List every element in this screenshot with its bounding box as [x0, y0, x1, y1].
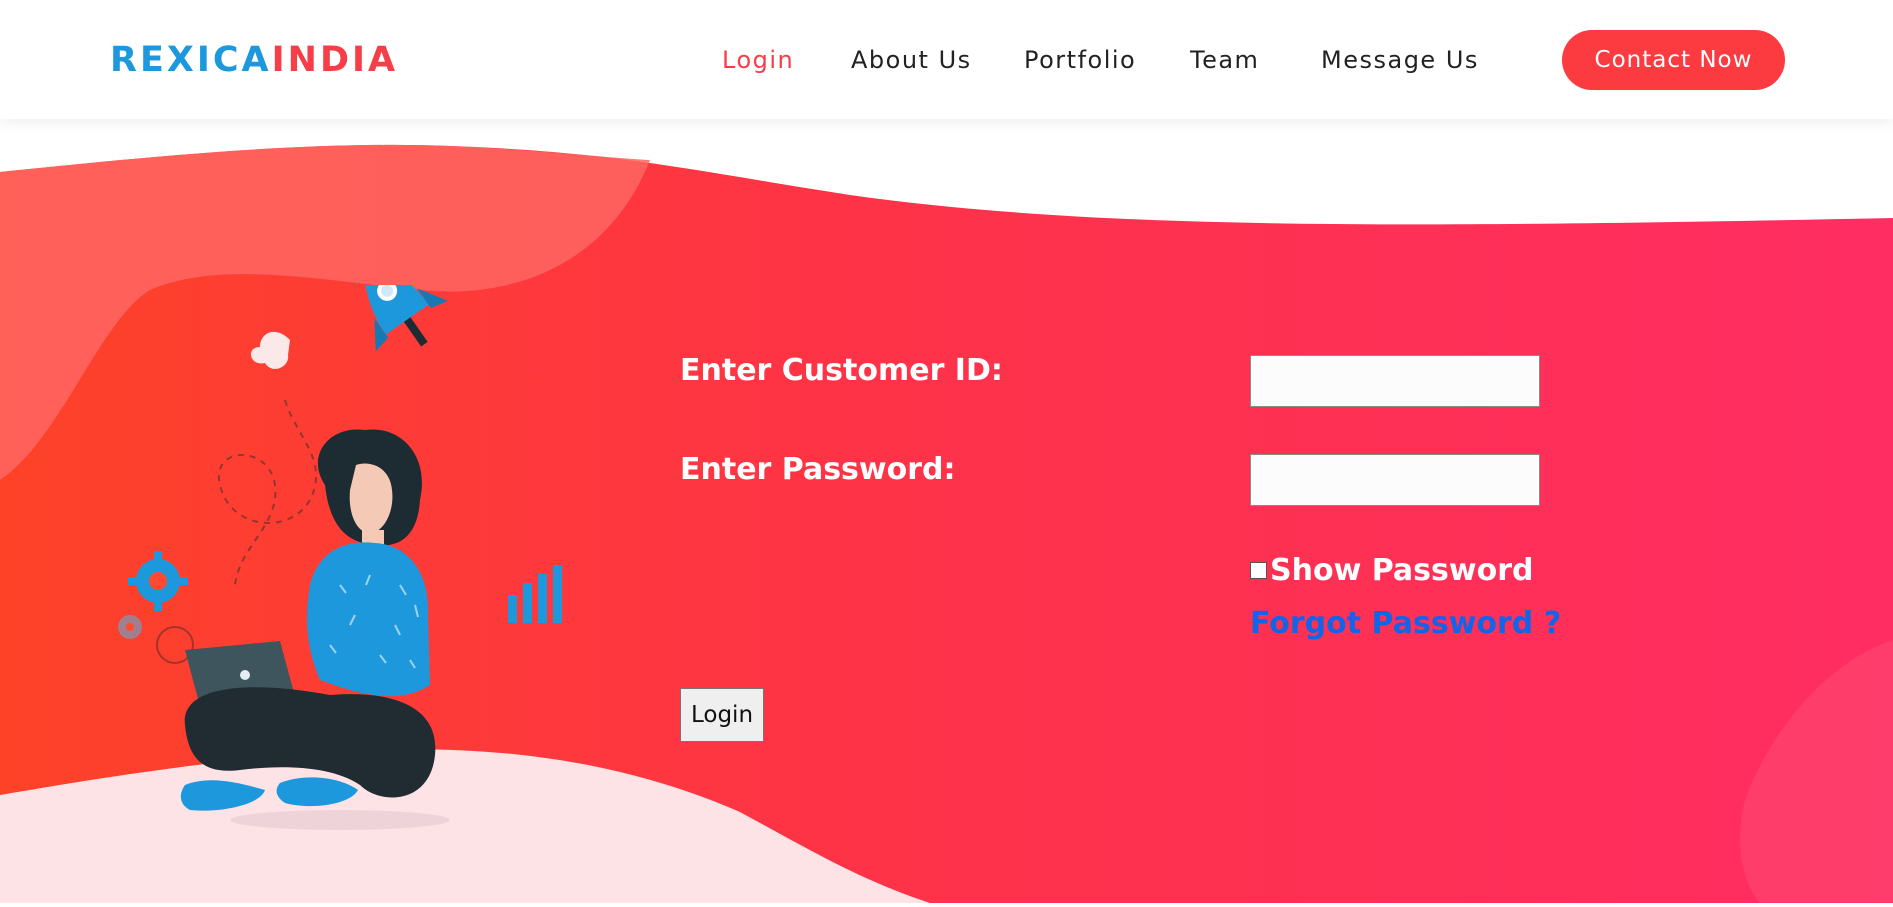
bar-chart-icon — [508, 565, 562, 623]
hero-illustration — [100, 258, 590, 845]
nav-item-message-us[interactable]: Message Us — [1321, 44, 1479, 76]
show-password-checkbox[interactable] — [1250, 562, 1267, 579]
password-input[interactable] — [1250, 454, 1540, 506]
nav-item-portfolio[interactable]: Portfolio — [1024, 44, 1136, 76]
rocket-icon — [363, 258, 448, 352]
show-password-label: Show Password — [1270, 553, 1534, 588]
nav-item-login[interactable]: Login — [722, 44, 794, 76]
customer-id-label: Enter Customer ID: — [680, 353, 1003, 388]
password-label: Enter Password: — [680, 452, 956, 487]
forgot-password-link[interactable]: Forgot Password ? — [1250, 606, 1561, 641]
nav-item-about-us[interactable]: About Us — [851, 44, 972, 76]
show-password-toggle[interactable]: Show Password — [1250, 553, 1533, 588]
contact-now-button[interactable]: Contact Now — [1562, 30, 1785, 90]
site-header: REXICAINDIA Login About Us Portfolio Tea… — [0, 0, 1893, 119]
gear-icon — [118, 551, 194, 664]
brand-logo[interactable]: REXICAINDIA — [110, 38, 398, 82]
customer-id-input[interactable] — [1250, 355, 1540, 407]
nav-item-team[interactable]: Team — [1190, 44, 1259, 76]
login-button[interactable]: Login — [680, 688, 764, 742]
logo-part-rexica: REXICA — [110, 40, 272, 80]
logo-part-india: INDIA — [271, 40, 399, 80]
